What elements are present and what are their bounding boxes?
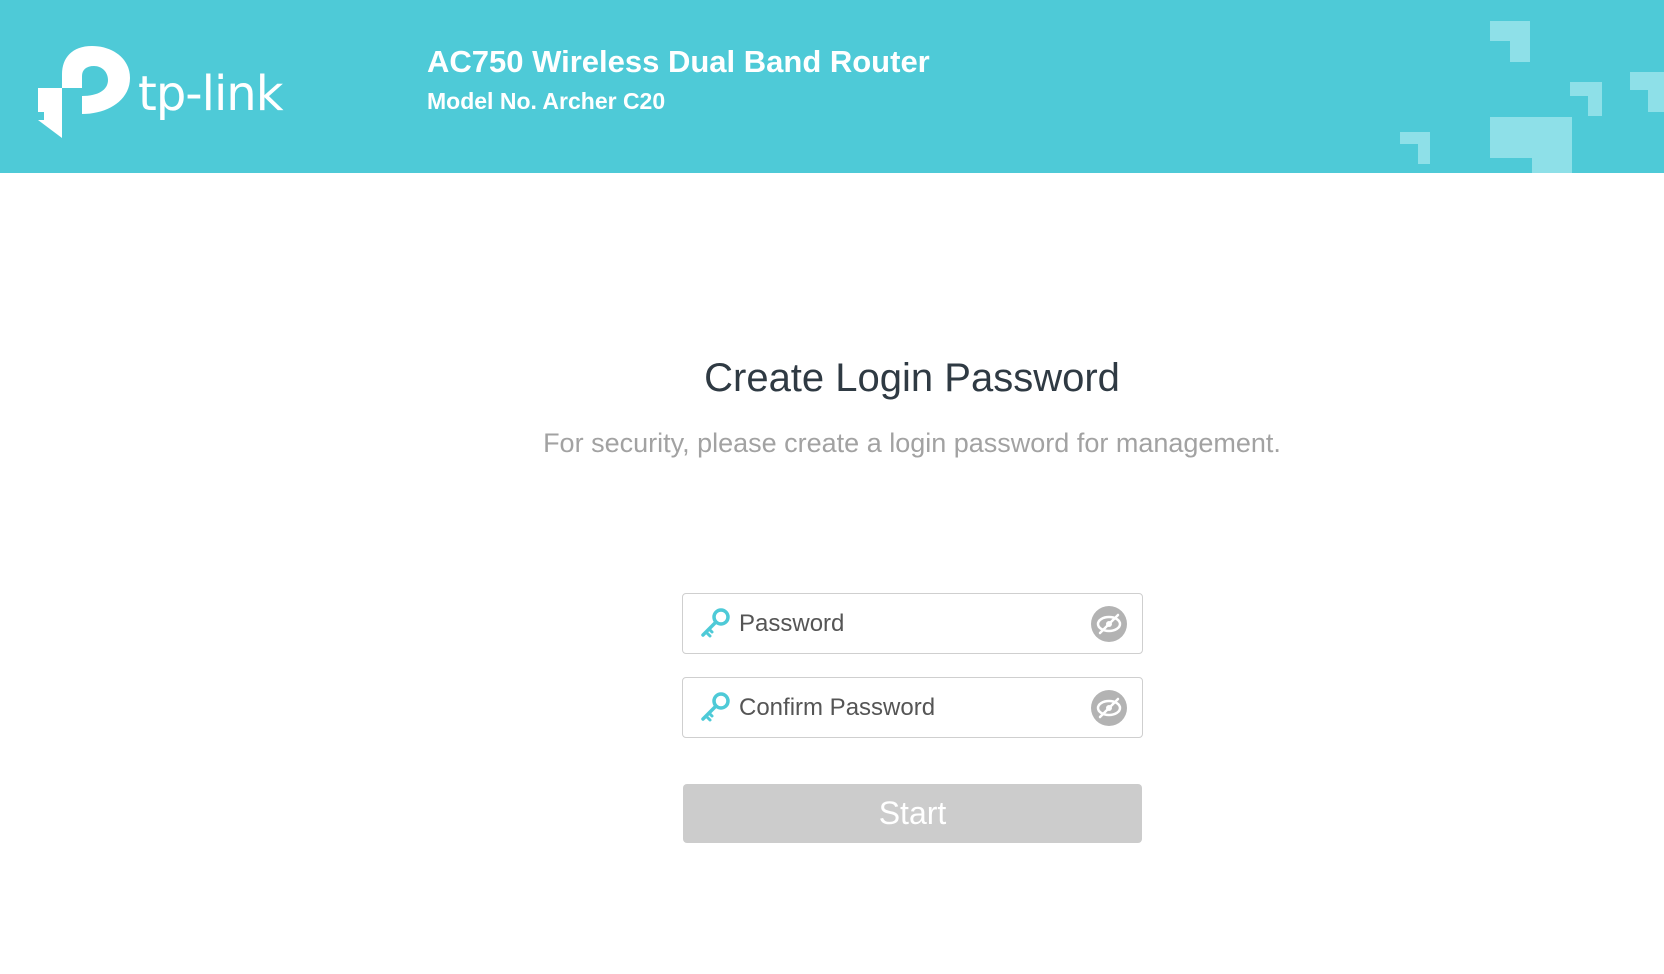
key-icon <box>701 692 730 722</box>
confirm-password-input[interactable] <box>739 684 1059 731</box>
page-subtitle: For security, please create a login pass… <box>543 428 1281 458</box>
confirm-password-field[interactable] <box>682 677 1143 738</box>
decorative-pattern <box>1400 21 1664 173</box>
header-banner: tp-link AC750 Wireless Dual Band Router … <box>0 0 1664 173</box>
tp-link-logo: tp-link <box>38 46 288 141</box>
start-button[interactable]: Start <box>683 784 1142 843</box>
model-number: Model No. Archer C20 <box>427 88 666 114</box>
eye-slash-icon[interactable] <box>1090 605 1128 643</box>
logo-text: tp-link <box>138 66 283 122</box>
key-icon <box>701 608 730 638</box>
eye-slash-icon[interactable] <box>1090 689 1128 727</box>
password-field[interactable] <box>682 593 1143 654</box>
product-name: AC750 Wireless Dual Band Router <box>427 44 930 79</box>
page-title: Create Login Password <box>704 356 1120 400</box>
tp-link-logo-icon <box>38 46 130 138</box>
password-input[interactable] <box>739 600 1059 647</box>
